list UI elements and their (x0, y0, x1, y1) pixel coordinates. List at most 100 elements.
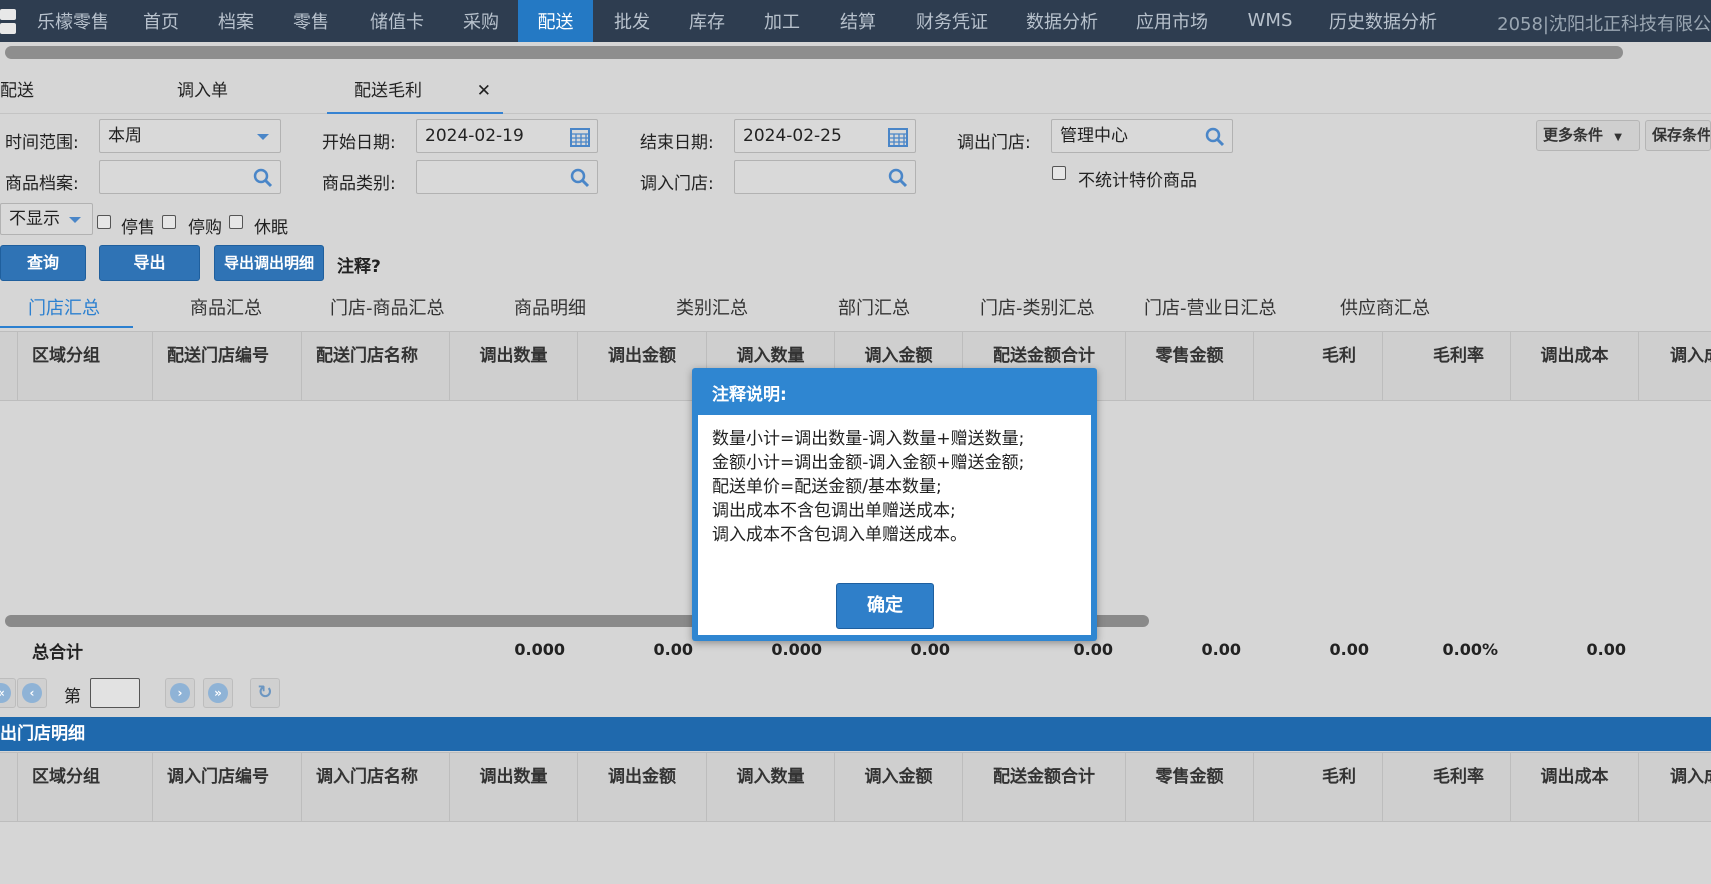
out-store-field[interactable]: 管理中心 (1051, 119, 1233, 153)
dormant-checkbox[interactable] (229, 215, 243, 229)
refresh-button[interactable]: ↻ (250, 678, 280, 708)
detail-col-gross-margin[interactable]: 毛利率 (1383, 753, 1511, 821)
subtab-supplier-summary[interactable]: 供应商汇总 (1340, 292, 1430, 328)
nav-item-wms[interactable]: WMS (1238, 0, 1302, 42)
nav-item-settlement[interactable]: 结算 (824, 0, 892, 42)
subtab-store-summary[interactable]: 门店汇总 (0, 292, 133, 328)
first-page-button[interactable]: « (0, 678, 16, 708)
page-tab-distribution[interactable]: 配送 (0, 68, 160, 114)
prev-page-button[interactable]: ‹ (17, 678, 47, 708)
detail-col-in-cost[interactable]: 调入成 (1639, 753, 1711, 821)
col-store-code[interactable]: 配送门店编号 (153, 332, 302, 400)
end-date-field[interactable]: 2024-02-25 (734, 119, 916, 153)
nav-item-app-market[interactable]: 应用市场 (1122, 0, 1222, 42)
nav-item-wholesale[interactable]: 批发 (600, 0, 664, 42)
col-retail-amount[interactable]: 零售金额 (1126, 332, 1254, 400)
time-range-select[interactable]: 本周 (99, 119, 281, 153)
nav-item-archive[interactable]: 档案 (202, 0, 270, 42)
col-gross-profit[interactable]: 毛利 (1254, 332, 1383, 400)
nav-item-processing[interactable]: 加工 (748, 0, 816, 42)
more-conditions-button[interactable]: 更多条件 ▼ (1536, 120, 1640, 151)
more-conditions-label: 更多条件 (1543, 126, 1604, 144)
col-out-cost[interactable]: 调出成本 (1511, 332, 1639, 400)
no-special-checkbox[interactable] (1052, 166, 1066, 180)
display-value: 不显示 (9, 209, 60, 229)
in-store-field[interactable] (734, 160, 916, 194)
top-scrollbar[interactable] (5, 46, 1623, 59)
start-date-field[interactable]: 2024-02-19 (416, 119, 598, 153)
nav-item-history-analysis[interactable]: 历史数据分析 (1322, 0, 1444, 42)
detail-col-store-code[interactable]: 调入门店编号 (153, 753, 302, 821)
search-icon[interactable] (1204, 126, 1226, 148)
save-conditions-button[interactable]: 保存条件 (1645, 120, 1711, 151)
nav-item-finance[interactable]: 财务凭证 (900, 0, 1004, 42)
search-icon[interactable] (887, 167, 909, 189)
col-out-qty[interactable]: 调出数量 (450, 332, 578, 400)
subtab-product-detail[interactable]: 商品明细 (514, 292, 586, 328)
detail-grid-header: 区域分组 调入门店编号 调入门店名称 调出数量 调出金额 调入数量 调入金额 配… (0, 752, 1711, 822)
nav-item-data-analysis[interactable]: 数据分析 (1012, 0, 1112, 42)
query-button[interactable]: 查询 (0, 245, 86, 281)
in-store-label: 调入门店: (640, 174, 714, 194)
first-page-icon: « (0, 683, 11, 703)
calendar-icon[interactable] (887, 126, 909, 148)
detail-col-region-group[interactable]: 区域分组 (18, 753, 153, 821)
subtab-store-category-summary[interactable]: 门店-类别汇总 (980, 292, 1095, 328)
product-field[interactable] (99, 160, 281, 194)
next-page-button[interactable]: › (165, 678, 195, 708)
col-store-name[interactable]: 配送门店名称 (302, 332, 450, 400)
last-page-icon: » (208, 683, 228, 703)
subtab-store-business-day-summary[interactable]: 门店-营业日汇总 (1144, 292, 1277, 328)
page-number-input[interactable] (90, 678, 140, 708)
nav-item-lemeng[interactable]: 乐檬零售 (30, 0, 116, 42)
dialog-line: 调出成本不含包调出单赠送成本; (712, 501, 956, 521)
note-link[interactable]: 注释? (337, 252, 381, 277)
subtab-product-summary[interactable]: 商品汇总 (190, 292, 262, 328)
nav-item-stored-card[interactable]: 储值卡 (354, 0, 440, 42)
export-detail-button[interactable]: 导出调出明细 (214, 245, 324, 281)
search-icon[interactable] (252, 167, 274, 189)
nav-item-distribution[interactable]: 配送 (518, 0, 593, 42)
detail-col-in-amount[interactable]: 调入金额 (835, 753, 963, 821)
nav-item-retail[interactable]: 零售 (276, 0, 346, 42)
detail-col-gross-profit[interactable]: 毛利 (1254, 753, 1383, 821)
page-tabs: 配送 调入单 配送毛利 ✕ (0, 68, 1711, 114)
last-page-button[interactable]: » (203, 678, 233, 708)
out-store-value: 管理中心 (1060, 126, 1128, 146)
category-field[interactable] (416, 160, 598, 194)
subtab-category-summary[interactable]: 类别汇总 (676, 292, 748, 328)
detail-col-out-cost[interactable]: 调出成本 (1511, 753, 1639, 821)
refresh-icon: ↻ (257, 682, 273, 703)
detail-col-store-name[interactable]: 调入门店名称 (302, 753, 450, 821)
page-tab-transfer-in[interactable]: 调入单 (177, 68, 327, 114)
export-button[interactable]: 导出 (99, 245, 200, 281)
detail-col-in-qty[interactable]: 调入数量 (707, 753, 835, 821)
confirm-button[interactable]: 确定 (836, 583, 934, 629)
col-gross-margin[interactable]: 毛利率 (1383, 332, 1511, 400)
nav-item-purchase[interactable]: 采购 (446, 0, 516, 42)
calendar-icon[interactable] (569, 126, 591, 148)
nav-item-inventory[interactable]: 库存 (674, 0, 740, 42)
col-out-amount[interactable]: 调出金额 (578, 332, 707, 400)
grid-header-spacer (0, 332, 18, 400)
search-icon[interactable] (569, 167, 591, 189)
page-tab-gross-profit[interactable]: 配送毛利 ✕ (327, 68, 503, 114)
close-icon[interactable]: ✕ (477, 68, 491, 114)
top-nav: 乐檬零售 首页 档案 零售 储值卡 采购 配送 批发 库存 加工 结算 财务凭证… (0, 0, 1711, 42)
detail-col-out-amount[interactable]: 调出金额 (578, 753, 707, 821)
next-page-icon: › (170, 683, 190, 703)
col-region-group[interactable]: 区域分组 (18, 332, 153, 400)
menu-icon[interactable] (0, 9, 18, 36)
detail-col-distribution-total[interactable]: 配送金额合计 (963, 753, 1126, 821)
nav-item-home[interactable]: 首页 (126, 0, 196, 42)
detail-col-retail-amount[interactable]: 零售金额 (1126, 753, 1254, 821)
dialog-line: 配送单价=配送金额/基本数量; (712, 477, 942, 497)
start-date-label: 开始日期: (322, 133, 396, 153)
subtab-store-product-summary[interactable]: 门店-商品汇总 (330, 292, 445, 328)
stop-sale-checkbox[interactable] (97, 215, 111, 229)
display-select[interactable]: 不显示 (0, 203, 93, 235)
subtab-department-summary[interactable]: 部门汇总 (838, 292, 910, 328)
col-in-cost[interactable]: 调入成 (1639, 332, 1711, 400)
stop-purchase-checkbox[interactable] (162, 215, 176, 229)
detail-col-out-qty[interactable]: 调出数量 (450, 753, 578, 821)
